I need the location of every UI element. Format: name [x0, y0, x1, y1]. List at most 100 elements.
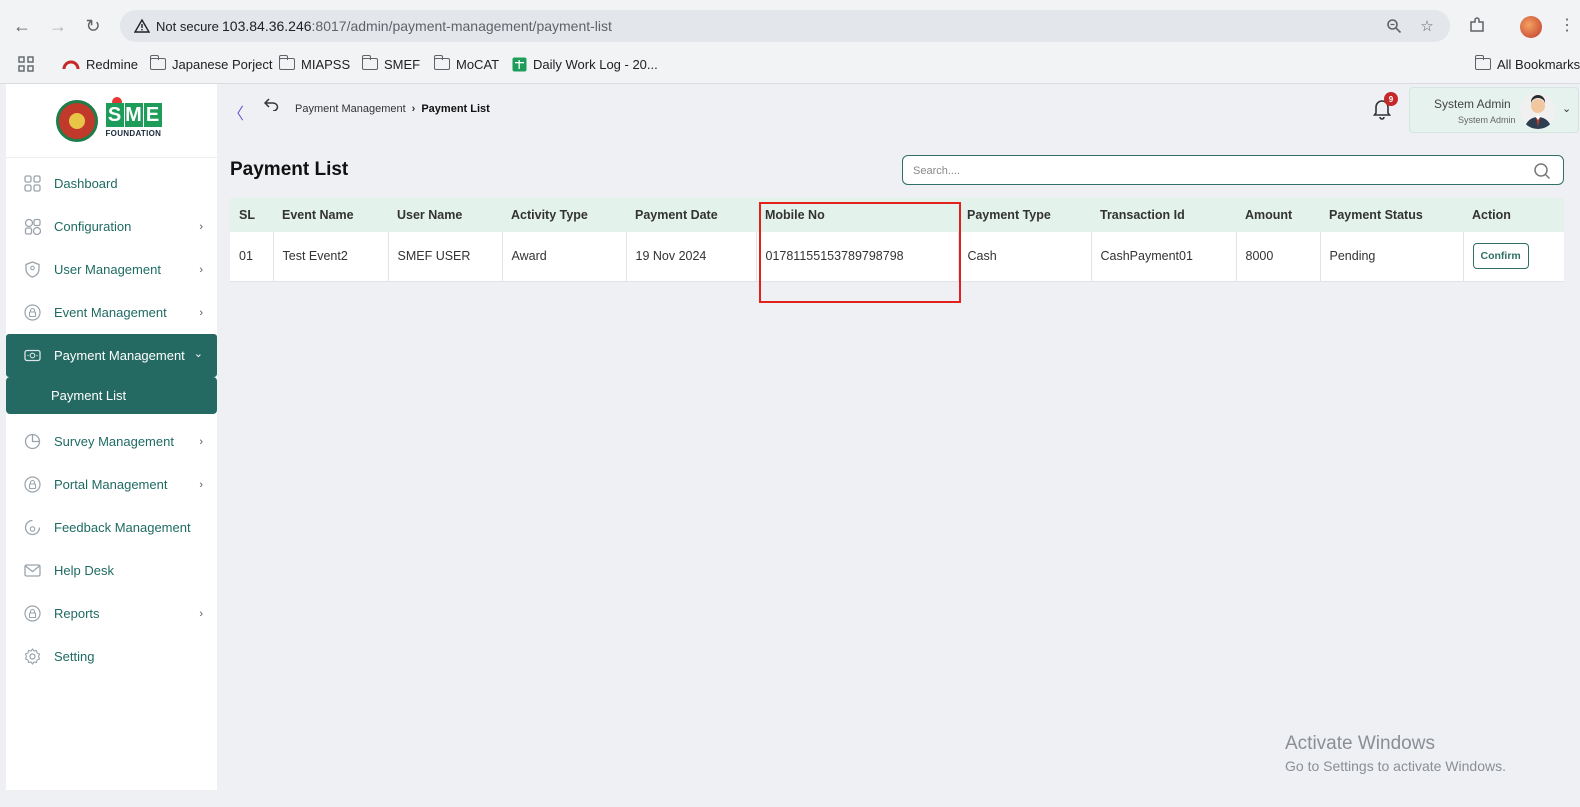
user-name: System Admin: [1434, 97, 1511, 111]
cell-user-name: SMEF USER: [388, 232, 503, 282]
chevron-down-icon: ⌄: [193, 348, 203, 360]
bookmark-all-bookmarks[interactable]: All Bookmarks: [1474, 54, 1580, 74]
confirm-button[interactable]: Confirm: [1472, 243, 1529, 270]
column-header-payment-date: Payment Date: [626, 198, 756, 232]
redmine-icon: [62, 60, 80, 70]
cell-action: Confirm: [1463, 232, 1564, 282]
shield-icon: [25, 261, 40, 278]
sidebar-item-event-management[interactable]: Event Management ›: [6, 291, 217, 334]
browser-chrome: ← → ↻ Not secure 103.84.36.246:8017/admi…: [0, 0, 1580, 84]
user-avatar: [1520, 93, 1556, 129]
bookmark-label: SMEF: [384, 56, 421, 72]
bookmark-smef[interactable]: SMEF: [361, 54, 421, 74]
profile-avatar[interactable]: [1520, 16, 1542, 38]
user-role: System Admin: [1458, 115, 1516, 125]
extensions-icon[interactable]: [1466, 14, 1488, 36]
sidebar: SME FOUNDATION Dashboard Configuration ›…: [6, 84, 217, 790]
collapse-sidebar-icon[interactable]: 〈: [228, 100, 244, 124]
breadcrumb: Payment Management › Payment List: [295, 103, 490, 115]
chevron-right-icon: ›: [199, 608, 203, 620]
sidebar-item-help-desk[interactable]: Help Desk: [6, 549, 217, 592]
sidebar-item-feedback-management[interactable]: Feedback Management: [6, 506, 217, 549]
sidebar-item-configuration[interactable]: Configuration ›: [6, 205, 217, 248]
logo-letter-e: E: [143, 102, 162, 127]
sidebar-item-label: Payment Management: [54, 348, 185, 363]
zoom-icon[interactable]: [1384, 16, 1404, 36]
security-chip[interactable]: Not secure: [128, 14, 229, 38]
bookmark-japanese-porject[interactable]: Japanese Porject: [149, 54, 273, 74]
column-header-event-name: Event Name: [273, 198, 388, 232]
chevron-right-icon: ›: [199, 264, 203, 276]
mail-icon: [24, 564, 41, 577]
chevron-down-icon: ⌄: [1562, 103, 1572, 115]
user-profile-menu[interactable]: System Admin System Admin ⌄: [1409, 87, 1579, 133]
column-header-action: Action: [1463, 198, 1564, 232]
sheets-icon: [512, 57, 527, 71]
bookmark-label: All Bookmarks: [1497, 56, 1580, 72]
reload-icon[interactable]: ↻: [81, 14, 105, 38]
lock-icon: [24, 476, 41, 493]
notification-count-badge: 9: [1384, 92, 1398, 106]
apps-grid-icon[interactable]: [18, 54, 34, 74]
page-title: Payment List: [230, 159, 349, 180]
lock-icon: [24, 605, 41, 622]
column-header-payment-status: Payment Status: [1320, 198, 1463, 232]
bookmark-label: Japanese Porject: [172, 56, 273, 72]
sidebar-item-portal-management[interactable]: Portal Management ›: [6, 463, 217, 506]
search-field[interactable]: [902, 155, 1564, 185]
sidebar-item-label: Survey Management: [54, 434, 174, 449]
sidebar-item-reports[interactable]: Reports ›: [6, 592, 217, 635]
search-icon[interactable]: [1533, 162, 1551, 180]
search-input[interactable]: [913, 161, 1513, 181]
pie-icon: [24, 433, 41, 450]
sidebar-item-user-management[interactable]: User Management ›: [6, 248, 217, 291]
feedback-icon: [24, 519, 41, 536]
column-header-amount: Amount: [1236, 198, 1320, 232]
sidebar-item-setting[interactable]: Setting: [6, 635, 217, 678]
breadcrumb-current: Payment List: [421, 103, 490, 115]
chevron-right-icon: ›: [199, 436, 203, 448]
sidebar-item-label: Reports: [54, 606, 100, 621]
sidebar-item-survey-management[interactable]: Survey Management ›: [6, 420, 217, 463]
warning-icon: [134, 19, 150, 33]
mobile-no-highlight-box: [759, 202, 961, 303]
sidebar-subitem-label: Payment List: [51, 388, 127, 403]
breadcrumb-parent[interactable]: Payment Management: [295, 103, 406, 115]
sidebar-subitem-payment-list[interactable]: Payment List: [6, 377, 217, 414]
breadcrumb-separator-icon: ›: [411, 103, 416, 115]
bookmark-label: MIAPSS: [301, 56, 351, 72]
sidebar-item-label: Event Management: [54, 305, 167, 320]
sidebar-item-label: Feedback Management: [54, 520, 191, 535]
bookmark-miapss[interactable]: MIAPSS: [278, 54, 351, 74]
url-text[interactable]: 103.84.36.246:8017/admin/payment-managem…: [222, 18, 612, 34]
cell-payment-status: Pending: [1320, 232, 1464, 282]
cell-payment-date: 19 Nov 2024: [626, 232, 757, 282]
back-arrow-icon[interactable]: ←: [10, 14, 34, 38]
sidebar-item-dashboard[interactable]: Dashboard: [6, 162, 217, 205]
browser-menu-icon[interactable]: ⋮: [1556, 14, 1578, 36]
sidebar-item-payment-management[interactable]: Payment Management ⌄: [6, 334, 217, 377]
folder-icon: [1474, 55, 1491, 70]
activate-windows-watermark: Activate Windows Go to Settings to activ…: [1285, 733, 1506, 774]
bookmark-redmine[interactable]: Redmine: [62, 54, 138, 74]
logo-foundation-text: FOUNDATION: [105, 128, 162, 138]
bookmark-label: Redmine: [86, 56, 139, 72]
sidebar-item-label: Setting: [54, 649, 95, 664]
bookmark-mocat[interactable]: MoCAT: [433, 54, 499, 74]
logo[interactable]: SME FOUNDATION: [6, 84, 217, 158]
grid-icon: [24, 175, 41, 192]
undo-back-icon[interactable]: [263, 98, 279, 115]
cell-activity-type: Award: [502, 232, 627, 282]
sidebar-item-label: Dashboard: [54, 176, 118, 191]
sidebar-item-label: Portal Management: [54, 477, 168, 492]
column-header-transaction-id: Transaction Id: [1091, 198, 1236, 232]
bookmark-daily-work-log[interactable]: Daily Work Log - 20...: [512, 54, 658, 74]
sidebar-menu: Dashboard Configuration › User Managemen…: [6, 162, 217, 678]
app-root: SME FOUNDATION Dashboard Configuration ›…: [0, 84, 1580, 807]
address-bar[interactable]: Not secure 103.84.36.246:8017/admin/paym…: [120, 10, 1450, 42]
cell-sl: 01: [230, 232, 274, 282]
star-icon[interactable]: ☆: [1417, 16, 1437, 36]
forward-arrow-icon[interactable]: →: [46, 14, 70, 38]
bookmark-label: Daily Work Log - 20...: [533, 56, 658, 72]
gear-icon: [24, 648, 41, 665]
